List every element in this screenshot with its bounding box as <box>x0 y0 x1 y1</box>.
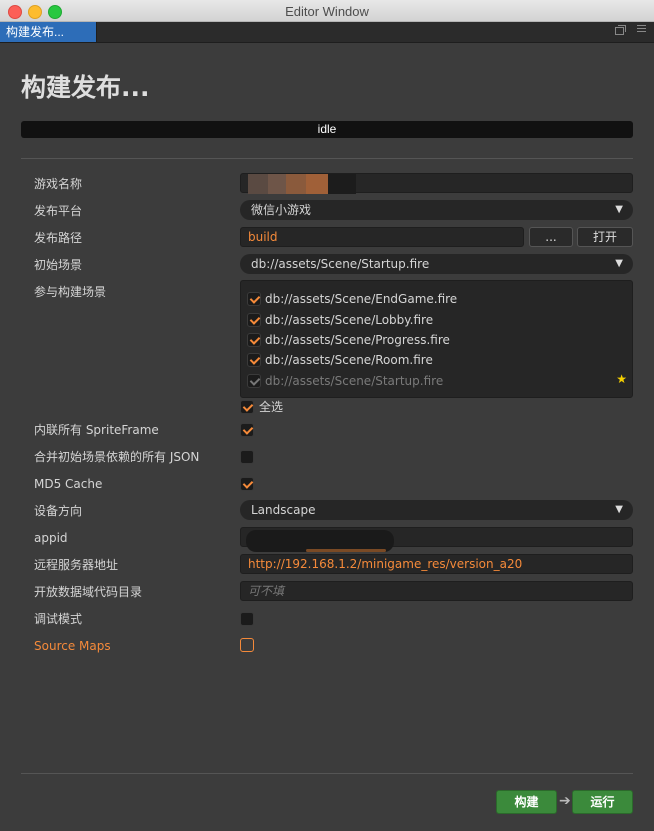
open-data-placeholder: 可不填 <box>248 584 285 598</box>
build-path-label: 发布路径 <box>34 231 83 245</box>
build-button[interactable]: 构建 <box>496 790 557 814</box>
tab-build-publish[interactable]: 构建发布... <box>0 22 97 42</box>
start-scene-select[interactable]: db://assets/Scene/Startup.fire ▼ <box>240 254 633 274</box>
popout-icon[interactable] <box>614 25 626 35</box>
debug-label: 调试模式 <box>34 612 83 626</box>
platform-label: 发布平台 <box>34 204 83 218</box>
platform-select[interactable]: 微信小游戏 ▼ <box>240 200 633 220</box>
redacted-text <box>248 174 356 194</box>
redacted-text <box>246 530 394 554</box>
dropdown-arrow-icon: ▼ <box>615 504 623 515</box>
arrow-right-icon: ➔ <box>559 792 571 808</box>
menu-icon[interactable] <box>637 23 646 32</box>
scene-checkbox[interactable] <box>247 313 261 327</box>
open-data-label: 开放数据域代码目录 <box>34 585 143 599</box>
title-bar: Editor Window <box>0 0 654 22</box>
orientation-value: Landscape <box>251 503 316 517</box>
merge-json-checkbox[interactable] <box>240 450 254 464</box>
scene-checkbox <box>247 374 261 388</box>
merge-json-label: 合并初始场景依赖的所有 JSON <box>34 450 200 464</box>
debug-checkbox[interactable] <box>240 612 254 626</box>
select-all-label: 全选 <box>259 400 284 414</box>
run-button[interactable]: 运行 <box>572 790 633 814</box>
window-title: Editor Window <box>285 4 369 19</box>
select-all-checkbox[interactable] <box>240 400 254 414</box>
top-divider <box>21 158 633 159</box>
bottom-divider <box>21 773 633 774</box>
browse-button[interactable]: ... <box>529 227 573 247</box>
source-maps-checkbox[interactable] <box>240 638 254 652</box>
orientation-label: 设备方向 <box>34 504 83 518</box>
start-scene-label: 初始场景 <box>34 258 83 272</box>
open-data-input[interactable]: 可不填 <box>240 581 633 601</box>
remote-server-label: 远程服务器地址 <box>34 558 119 572</box>
page-title: 构建发布... <box>21 73 150 102</box>
remote-server-input[interactable]: http://192.168.1.2/minigame_res/version_… <box>240 554 633 574</box>
md5-checkbox[interactable] <box>240 477 254 491</box>
scene-checkbox[interactable] <box>247 292 261 306</box>
scene-checkbox[interactable] <box>247 353 261 367</box>
orientation-select[interactable]: Landscape ▼ <box>240 500 633 520</box>
status-bar: idle <box>21 121 633 138</box>
platform-value: 微信小游戏 <box>251 203 312 217</box>
scene-checkbox[interactable] <box>247 333 261 347</box>
dropdown-arrow-icon: ▼ <box>615 258 623 269</box>
md5-label: MD5 Cache <box>34 477 103 491</box>
dropdown-arrow-icon: ▼ <box>615 204 623 215</box>
scene-list: db://assets/Scene/EndGame.fire db://asse… <box>240 280 633 398</box>
tab-bar: 构建发布... <box>0 22 654 43</box>
star-icon: ★ <box>616 372 627 386</box>
appid-label: appid <box>34 531 68 545</box>
build-path-input[interactable]: build <box>240 227 524 247</box>
source-maps-label: Source Maps <box>34 639 111 653</box>
start-scene-value: db://assets/Scene/Startup.fire <box>251 257 430 271</box>
scenes-label: 参与构建场景 <box>34 285 107 299</box>
inline-sprite-label: 内联所有 SpriteFrame <box>34 423 159 437</box>
open-folder-button[interactable]: 打开 <box>577 227 633 247</box>
inline-sprite-checkbox[interactable] <box>240 423 254 437</box>
game-name-label: 游戏名称 <box>34 177 83 191</box>
